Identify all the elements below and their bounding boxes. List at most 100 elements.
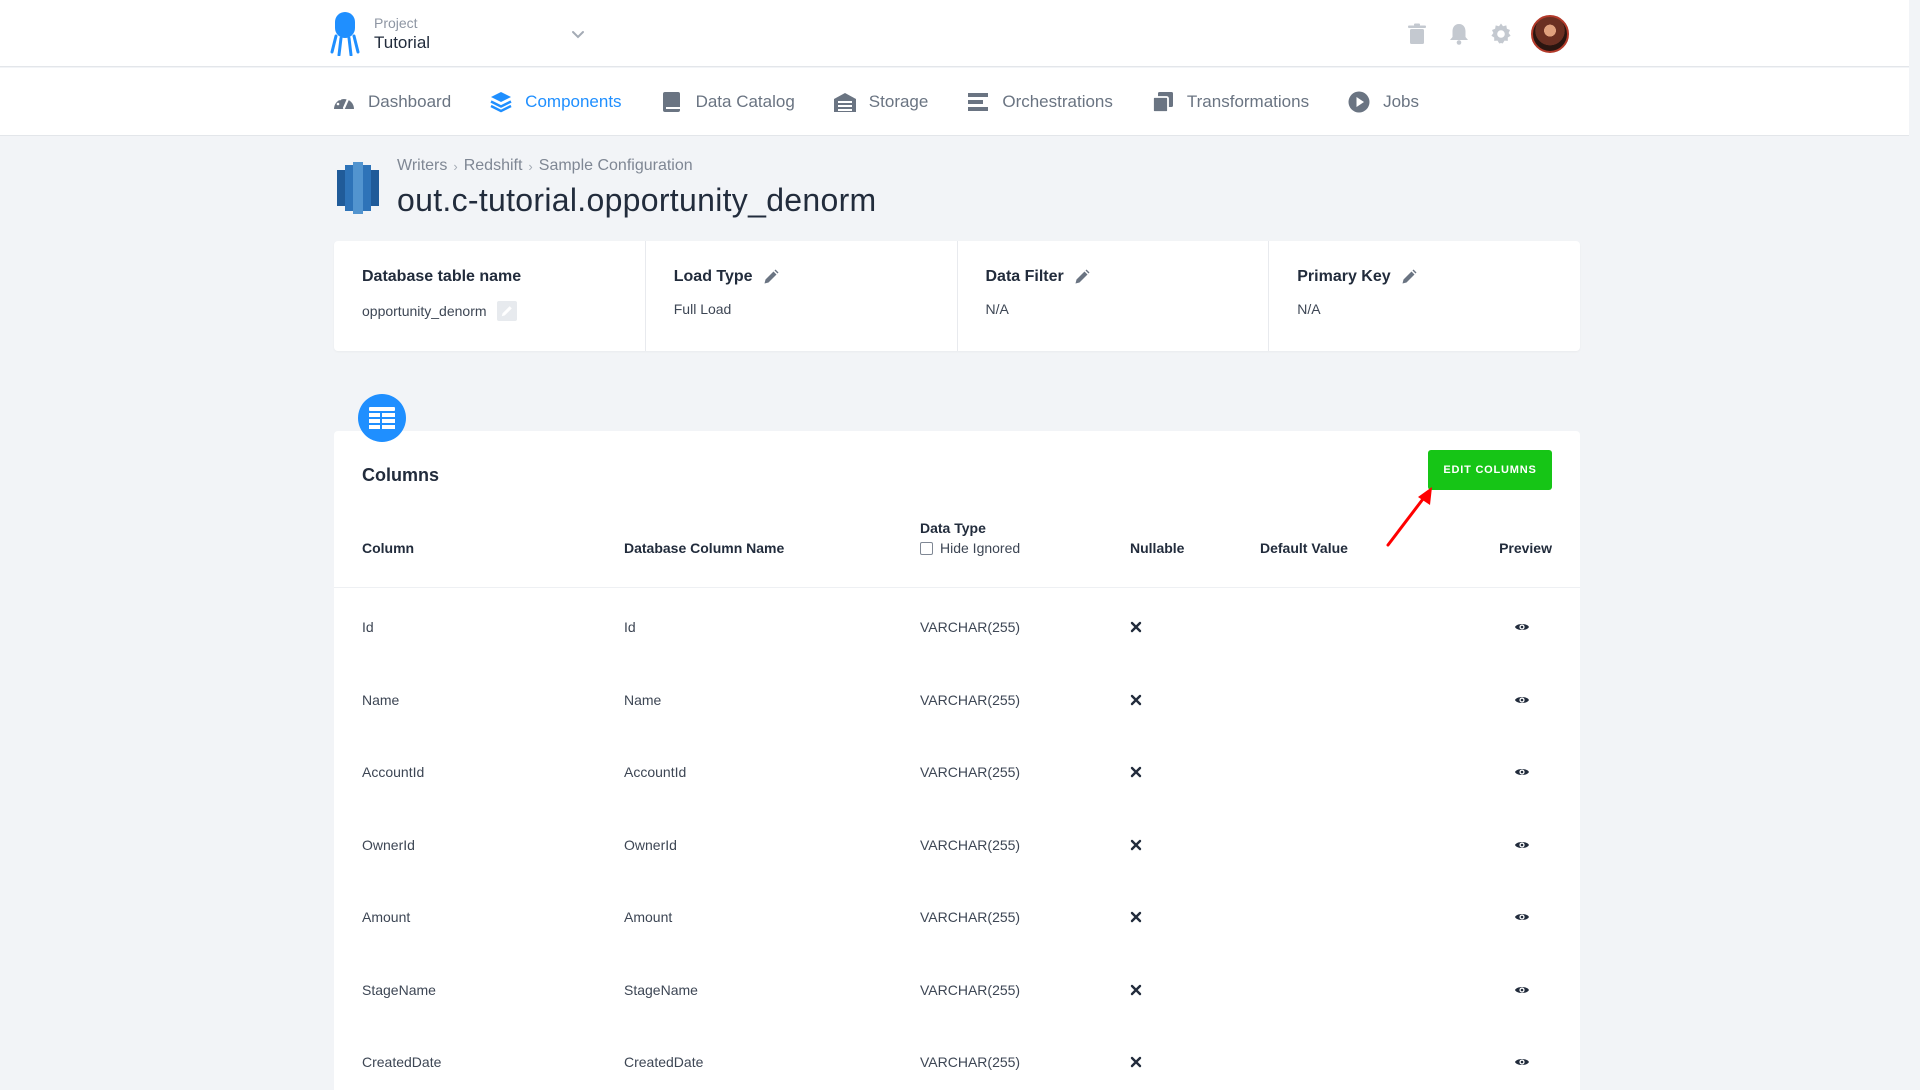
page-title: out.c-tutorial.opportunity_denorm <box>397 182 877 218</box>
table-row[interactable]: OwnerId OwnerId VARCHAR(255) <box>334 809 1580 881</box>
cell-data-type: VARCHAR(255) <box>920 909 1021 925</box>
octopus-logo-icon <box>330 12 360 56</box>
table-row[interactable]: Name Name VARCHAR(255) <box>334 664 1580 736</box>
cell-column: Id <box>362 619 374 635</box>
chevron-down-icon[interactable] <box>570 26 586 42</box>
columns-title: Columns <box>362 465 440 485</box>
load-type-cell: Load Type Full Load <box>646 241 958 351</box>
eye-icon[interactable] <box>1514 692 1530 708</box>
breadcrumb: Writers › Redshift › Sample Configuratio… <box>397 156 877 176</box>
nav-item-storage[interactable]: Storage <box>833 90 929 114</box>
cell-preview <box>1514 664 1530 736</box>
table-row[interactable]: Amount Amount VARCHAR(255) <box>334 881 1580 953</box>
eye-icon[interactable] <box>1514 909 1530 925</box>
breadcrumb-configuration[interactable]: Sample Configuration <box>539 157 693 175</box>
primary-key-cell: Primary Key N/A <box>1269 241 1580 351</box>
edit-columns-button[interactable]: EDIT COLUMNS <box>1428 450 1552 490</box>
table-name-label: Database table name <box>362 268 522 285</box>
user-avatar[interactable] <box>1531 15 1569 53</box>
nav-item-orchestrations[interactable]: Orchestrations <box>966 90 1113 114</box>
breadcrumb-redshift[interactable]: Redshift <box>464 157 523 175</box>
cell-preview <box>1514 736 1530 808</box>
cell-preview <box>1514 881 1530 953</box>
eye-icon[interactable] <box>1514 619 1530 635</box>
cell-column: OwnerId <box>362 836 415 853</box>
eye-icon[interactable] <box>1514 764 1530 780</box>
header-db-column: Database Column Name <box>624 540 785 556</box>
hide-ignored-label: Hide Ignored <box>940 540 1021 556</box>
nav-item-dashboard[interactable]: Dashboard <box>332 90 451 114</box>
x-icon <box>1130 984 1142 995</box>
hide-ignored-checkbox[interactable] <box>920 541 933 555</box>
play-circle-icon <box>1348 91 1370 113</box>
x-icon <box>1130 1056 1142 1068</box>
x-icon <box>1130 839 1142 850</box>
nav-item-jobs[interactable]: Jobs <box>1347 90 1419 114</box>
cell-column: StageName <box>362 981 436 998</box>
nav-item-transformations[interactable]: Transformations <box>1151 90 1309 114</box>
cell-db-column: AccountId <box>624 764 687 780</box>
cell-nullable <box>1130 591 1142 663</box>
pencil-icon[interactable] <box>763 269 779 285</box>
nav-item-data-catalog[interactable]: Data Catalog <box>660 90 795 114</box>
data-filter-label: Data Filter <box>985 268 1064 285</box>
cell-nullable <box>1130 664 1142 736</box>
hide-ignored-toggle[interactable]: Hide Ignored <box>920 540 1020 556</box>
pencil-icon[interactable] <box>1401 269 1417 285</box>
project-caption: Project <box>374 15 418 31</box>
nav-label-storage: Storage <box>868 92 929 111</box>
edit-table-name-button[interactable] <box>496 301 517 321</box>
cell-preview <box>1514 954 1530 1026</box>
breadcrumb-separator-icon: › <box>453 158 458 174</box>
project-selector[interactable]: Project Tutorial <box>330 12 584 56</box>
cell-db-column: StageName <box>624 981 698 998</box>
header-divider <box>334 587 1580 588</box>
bell-icon[interactable] <box>1447 22 1471 46</box>
cell-data-type: VARCHAR(255) <box>920 1054 1021 1070</box>
header-preview: Preview <box>1499 540 1552 556</box>
header-default-value: Default Value <box>1260 540 1348 556</box>
eye-icon[interactable] <box>1514 982 1530 998</box>
table-row[interactable]: CreatedDate CreatedDate VARCHAR(255) <box>334 1026 1580 1090</box>
cell-preview <box>1514 809 1530 881</box>
pencil-icon <box>501 306 512 317</box>
top-bar: Project Tutorial <box>0 0 1909 67</box>
cell-db-column: CreatedDate <box>624 1054 704 1070</box>
book-icon <box>662 92 680 112</box>
eye-icon[interactable] <box>1514 837 1530 853</box>
data-filter-value: N/A <box>985 301 1009 317</box>
nav-item-components[interactable]: Components <box>489 90 622 114</box>
table-row[interactable]: AccountId AccountId VARCHAR(255) <box>334 736 1580 808</box>
cell-data-type: VARCHAR(255) <box>920 764 1021 780</box>
table-name-cell: Database table name opportunity_denorm <box>334 241 646 351</box>
top-actions <box>1405 15 1569 53</box>
x-icon <box>1130 766 1142 778</box>
warehouse-icon <box>833 93 856 112</box>
x-icon <box>1130 694 1142 705</box>
breadcrumb-separator-icon: › <box>528 158 533 174</box>
cell-db-column: Name <box>624 691 662 708</box>
eye-icon[interactable] <box>1514 1054 1530 1070</box>
table-row[interactable]: Id Id VARCHAR(255) <box>334 591 1580 663</box>
nav-label-dashboard: Dashboard <box>368 92 452 111</box>
pencil-icon[interactable] <box>1074 269 1090 285</box>
copy-icon <box>1151 92 1173 113</box>
main-navigation: Dashboard Components Data Catalog Storag… <box>0 68 1909 136</box>
primary-key-value: N/A <box>1297 301 1321 317</box>
breadcrumb-writers[interactable]: Writers <box>397 157 447 175</box>
cell-data-type: VARCHAR(255) <box>920 836 1021 853</box>
cell-nullable <box>1130 881 1142 953</box>
cell-nullable <box>1130 954 1142 1026</box>
list-icon <box>968 93 989 111</box>
cell-db-column: OwnerId <box>624 836 677 853</box>
columns-section-badge <box>358 394 406 442</box>
nav-label-transformations: Transformations <box>1186 92 1310 111</box>
cell-nullable <box>1130 809 1142 881</box>
project-name: Tutorial <box>374 33 431 52</box>
trash-icon[interactable] <box>1405 22 1429 46</box>
cell-db-column: Id <box>624 619 636 635</box>
primary-key-label: Primary Key <box>1297 268 1391 285</box>
columns-card: Columns EDIT COLUMNS Column Database Col… <box>334 431 1580 1090</box>
gear-icon[interactable] <box>1489 22 1513 46</box>
table-row[interactable]: StageName StageName VARCHAR(255) <box>334 954 1580 1026</box>
